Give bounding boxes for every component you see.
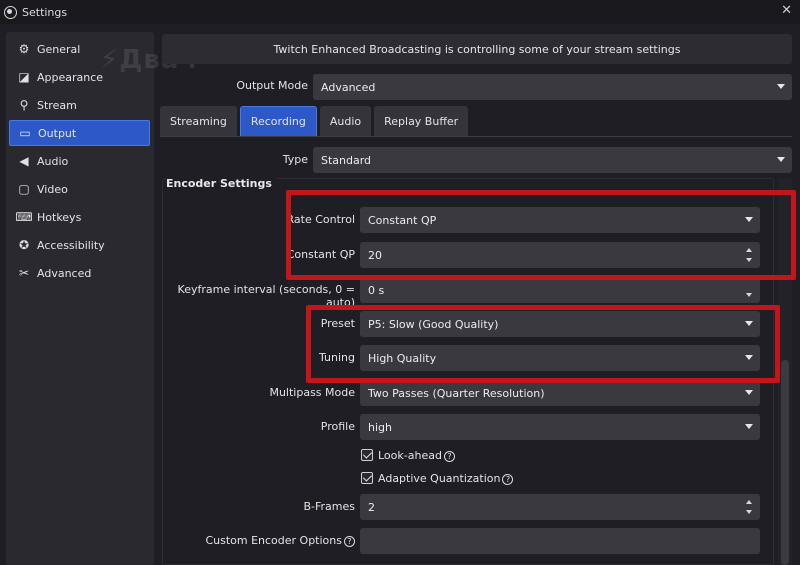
output-mode-select[interactable]: Advanced bbox=[313, 74, 792, 100]
close-icon[interactable]: ✕ bbox=[781, 3, 792, 18]
encoder-settings-title: Encoder Settings bbox=[166, 177, 276, 190]
tab-replay-buffer[interactable]: Replay Buffer bbox=[374, 106, 469, 136]
profile-value: high bbox=[368, 420, 392, 434]
keyframe-interval-value: 0 s bbox=[368, 283, 385, 297]
multipass-mode-value: Two Passes (Quarter Resolution) bbox=[368, 386, 545, 400]
sidebar-item-accessibility[interactable]: ✪ Accessibility bbox=[9, 232, 150, 258]
tab-divider bbox=[160, 136, 792, 137]
profile-label: Profile bbox=[320, 420, 355, 433]
look-ahead-checkbox[interactable] bbox=[361, 449, 373, 461]
enhanced-broadcasting-banner: Twitch Enhanced Broadcasting is controll… bbox=[162, 34, 792, 64]
title-bar: Settings ✕ bbox=[0, 0, 800, 24]
custom-encoder-options-text: Custom Encoder Options bbox=[205, 534, 342, 547]
sidebar-item-video[interactable]: ▢ Video bbox=[9, 176, 150, 202]
adaptive-quantization-label: Adaptive Quantization? bbox=[378, 472, 514, 485]
sidebar-item-label: Audio bbox=[37, 154, 69, 168]
help-icon[interactable]: ? bbox=[344, 535, 355, 547]
window-title: Settings bbox=[22, 5, 68, 19]
keyboard-icon: ⌨ bbox=[15, 210, 33, 224]
sidebar-item-advanced[interactable]: ✂ Advanced bbox=[9, 260, 150, 286]
adaptive-quantization-checkbox[interactable] bbox=[361, 472, 373, 484]
sidebar-item-label: Stream bbox=[37, 98, 77, 112]
output-mode-label: Output Mode bbox=[236, 79, 308, 92]
sidebar-item-label: General bbox=[37, 42, 81, 56]
sidebar-item-label: Output bbox=[38, 126, 77, 140]
bframes-label: B-Frames bbox=[303, 500, 355, 513]
sidebar-item-hotkeys[interactable]: ⌨ Hotkeys bbox=[9, 204, 150, 230]
type-label: Type bbox=[282, 153, 308, 166]
look-ahead-label: Look-ahead? bbox=[378, 449, 455, 462]
bframes-spinbox[interactable]: 2 bbox=[360, 494, 760, 520]
look-ahead-text: Look-ahead bbox=[378, 449, 442, 462]
gear-icon: ⚙ bbox=[18, 42, 30, 56]
chevron-down-icon bbox=[745, 390, 753, 395]
spin-down-icon[interactable] bbox=[746, 293, 752, 297]
chevron-down-icon bbox=[777, 84, 785, 89]
multipass-mode-select[interactable]: Two Passes (Quarter Resolution) bbox=[360, 380, 760, 406]
settings-sidebar: ⚙ General ◪ Appearance ⚲ Stream ▭ Output… bbox=[6, 32, 154, 565]
sidebar-item-label: Video bbox=[37, 182, 68, 196]
antenna-icon: ⚲ bbox=[19, 98, 29, 112]
highlight-box-rate-control bbox=[286, 190, 796, 280]
output-mode-value: Advanced bbox=[321, 80, 376, 94]
tab-recording[interactable]: Recording bbox=[239, 106, 317, 136]
sidebar-item-stream[interactable]: ⚲ Stream bbox=[9, 92, 150, 118]
sidebar-item-label: Advanced bbox=[37, 266, 92, 280]
sidebar-item-output[interactable]: ▭ Output bbox=[9, 120, 150, 146]
accessibility-icon: ✪ bbox=[18, 238, 30, 252]
sidebar-item-audio[interactable]: ◀ Audio bbox=[9, 148, 150, 174]
obs-logo-icon bbox=[4, 5, 17, 19]
output-tabs: Streaming Recording Audio Replay Buffer bbox=[160, 106, 471, 136]
custom-encoder-options-input[interactable] bbox=[360, 528, 760, 554]
speaker-icon: ◀ bbox=[19, 154, 29, 168]
recording-type-select[interactable]: Standard bbox=[313, 147, 792, 173]
chevron-down-icon bbox=[745, 424, 753, 429]
adaptive-quantization-text: Adaptive Quantization bbox=[378, 472, 501, 485]
tab-streaming[interactable]: Streaming bbox=[160, 106, 237, 136]
multipass-mode-label: Multipass Mode bbox=[269, 386, 355, 399]
help-icon[interactable]: ? bbox=[502, 473, 514, 485]
recording-type-value: Standard bbox=[321, 153, 372, 167]
video-icon: ▢ bbox=[18, 182, 30, 196]
chevron-down-icon bbox=[777, 157, 785, 162]
bframes-value: 2 bbox=[368, 500, 375, 514]
sidebar-item-label: Hotkeys bbox=[37, 210, 82, 224]
help-icon[interactable]: ? bbox=[443, 450, 455, 462]
tools-icon: ✂ bbox=[18, 266, 30, 280]
tab-audio[interactable]: Audio bbox=[319, 106, 372, 136]
sidebar-item-label: Accessibility bbox=[37, 238, 105, 252]
keyframe-interval-spinbox[interactable]: 0 s bbox=[360, 277, 760, 303]
monitor-icon: ▭ bbox=[19, 126, 31, 140]
scrollbar-thumb[interactable] bbox=[781, 360, 789, 565]
custom-encoder-options-label: Custom Encoder Options? bbox=[180, 534, 355, 547]
profile-select[interactable]: high bbox=[360, 414, 760, 440]
spin-down-icon[interactable] bbox=[746, 510, 752, 514]
sidebar-item-label: Appearance bbox=[37, 70, 104, 84]
appearance-icon: ◪ bbox=[18, 70, 30, 84]
spin-up-icon[interactable] bbox=[746, 500, 752, 504]
highlight-box-preset-tuning bbox=[306, 305, 780, 383]
